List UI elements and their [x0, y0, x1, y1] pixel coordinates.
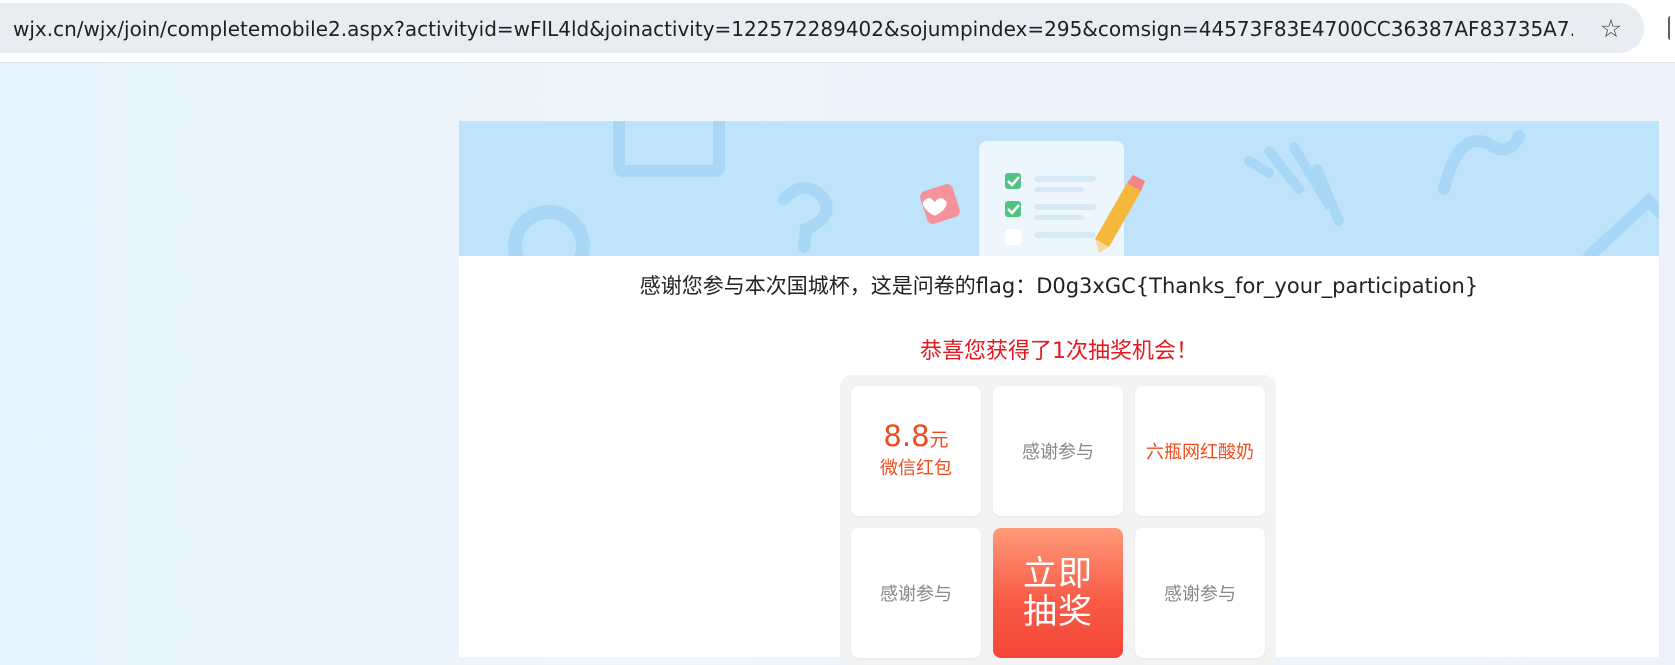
bookmark-star-icon[interactable]: ☆: [1596, 14, 1626, 44]
prize-cell-thanks: 感谢参与: [1135, 528, 1265, 658]
banner: [459, 121, 1659, 256]
prize-cell-yogurt: 六瓶网红酸奶: [1135, 386, 1265, 516]
prize-cell-thanks: 感谢参与: [993, 386, 1123, 516]
survey-clipboard-illustration: [508, 121, 1659, 256]
draw-button[interactable]: 立即抽奖: [993, 528, 1123, 658]
prize-amount: 8.8元: [883, 419, 949, 453]
thanks-message: 感谢您参与本次国城杯，这是问卷的flag：D0g3xGC{Thanks_for_…: [639, 274, 1479, 298]
prize-label: 六瓶网红酸奶: [1146, 442, 1254, 463]
toolbar-edge-icon: [1668, 16, 1673, 40]
prize-label: 感谢参与: [880, 584, 952, 605]
prize-label: 感谢参与: [1164, 584, 1236, 605]
lottery-grid: 8.8元 微信红包 感谢参与 六瓶网红酸奶 感谢参与 立即抽奖 感谢参与: [840, 375, 1276, 665]
draw-button-label[interactable]: 立即抽奖: [1022, 555, 1094, 631]
prize-unit: 元: [929, 429, 949, 451]
prize-desc: 微信红包: [880, 458, 952, 479]
address-bar[interactable]: wjx.cn/wjx/join/completemobile2.aspx?act…: [0, 3, 1644, 53]
prize-label: 感谢参与: [1022, 442, 1094, 463]
browser-toolbar: wjx.cn/wjx/join/completemobile2.aspx?act…: [0, 0, 1675, 63]
prize-cell-red-packet: 8.8元 微信红包: [851, 386, 981, 516]
congrats-message: 恭喜您获得了1次抽奖机会！: [920, 339, 1198, 364]
prize-cell-thanks: 感谢参与: [851, 528, 981, 658]
survey-complete-page: 感谢您参与本次国城杯，这是问卷的flag：D0g3xGC{Thanks_for_…: [459, 121, 1659, 665]
url-text[interactable]: wjx.cn/wjx/join/completemobile2.aspx?act…: [13, 16, 1573, 42]
